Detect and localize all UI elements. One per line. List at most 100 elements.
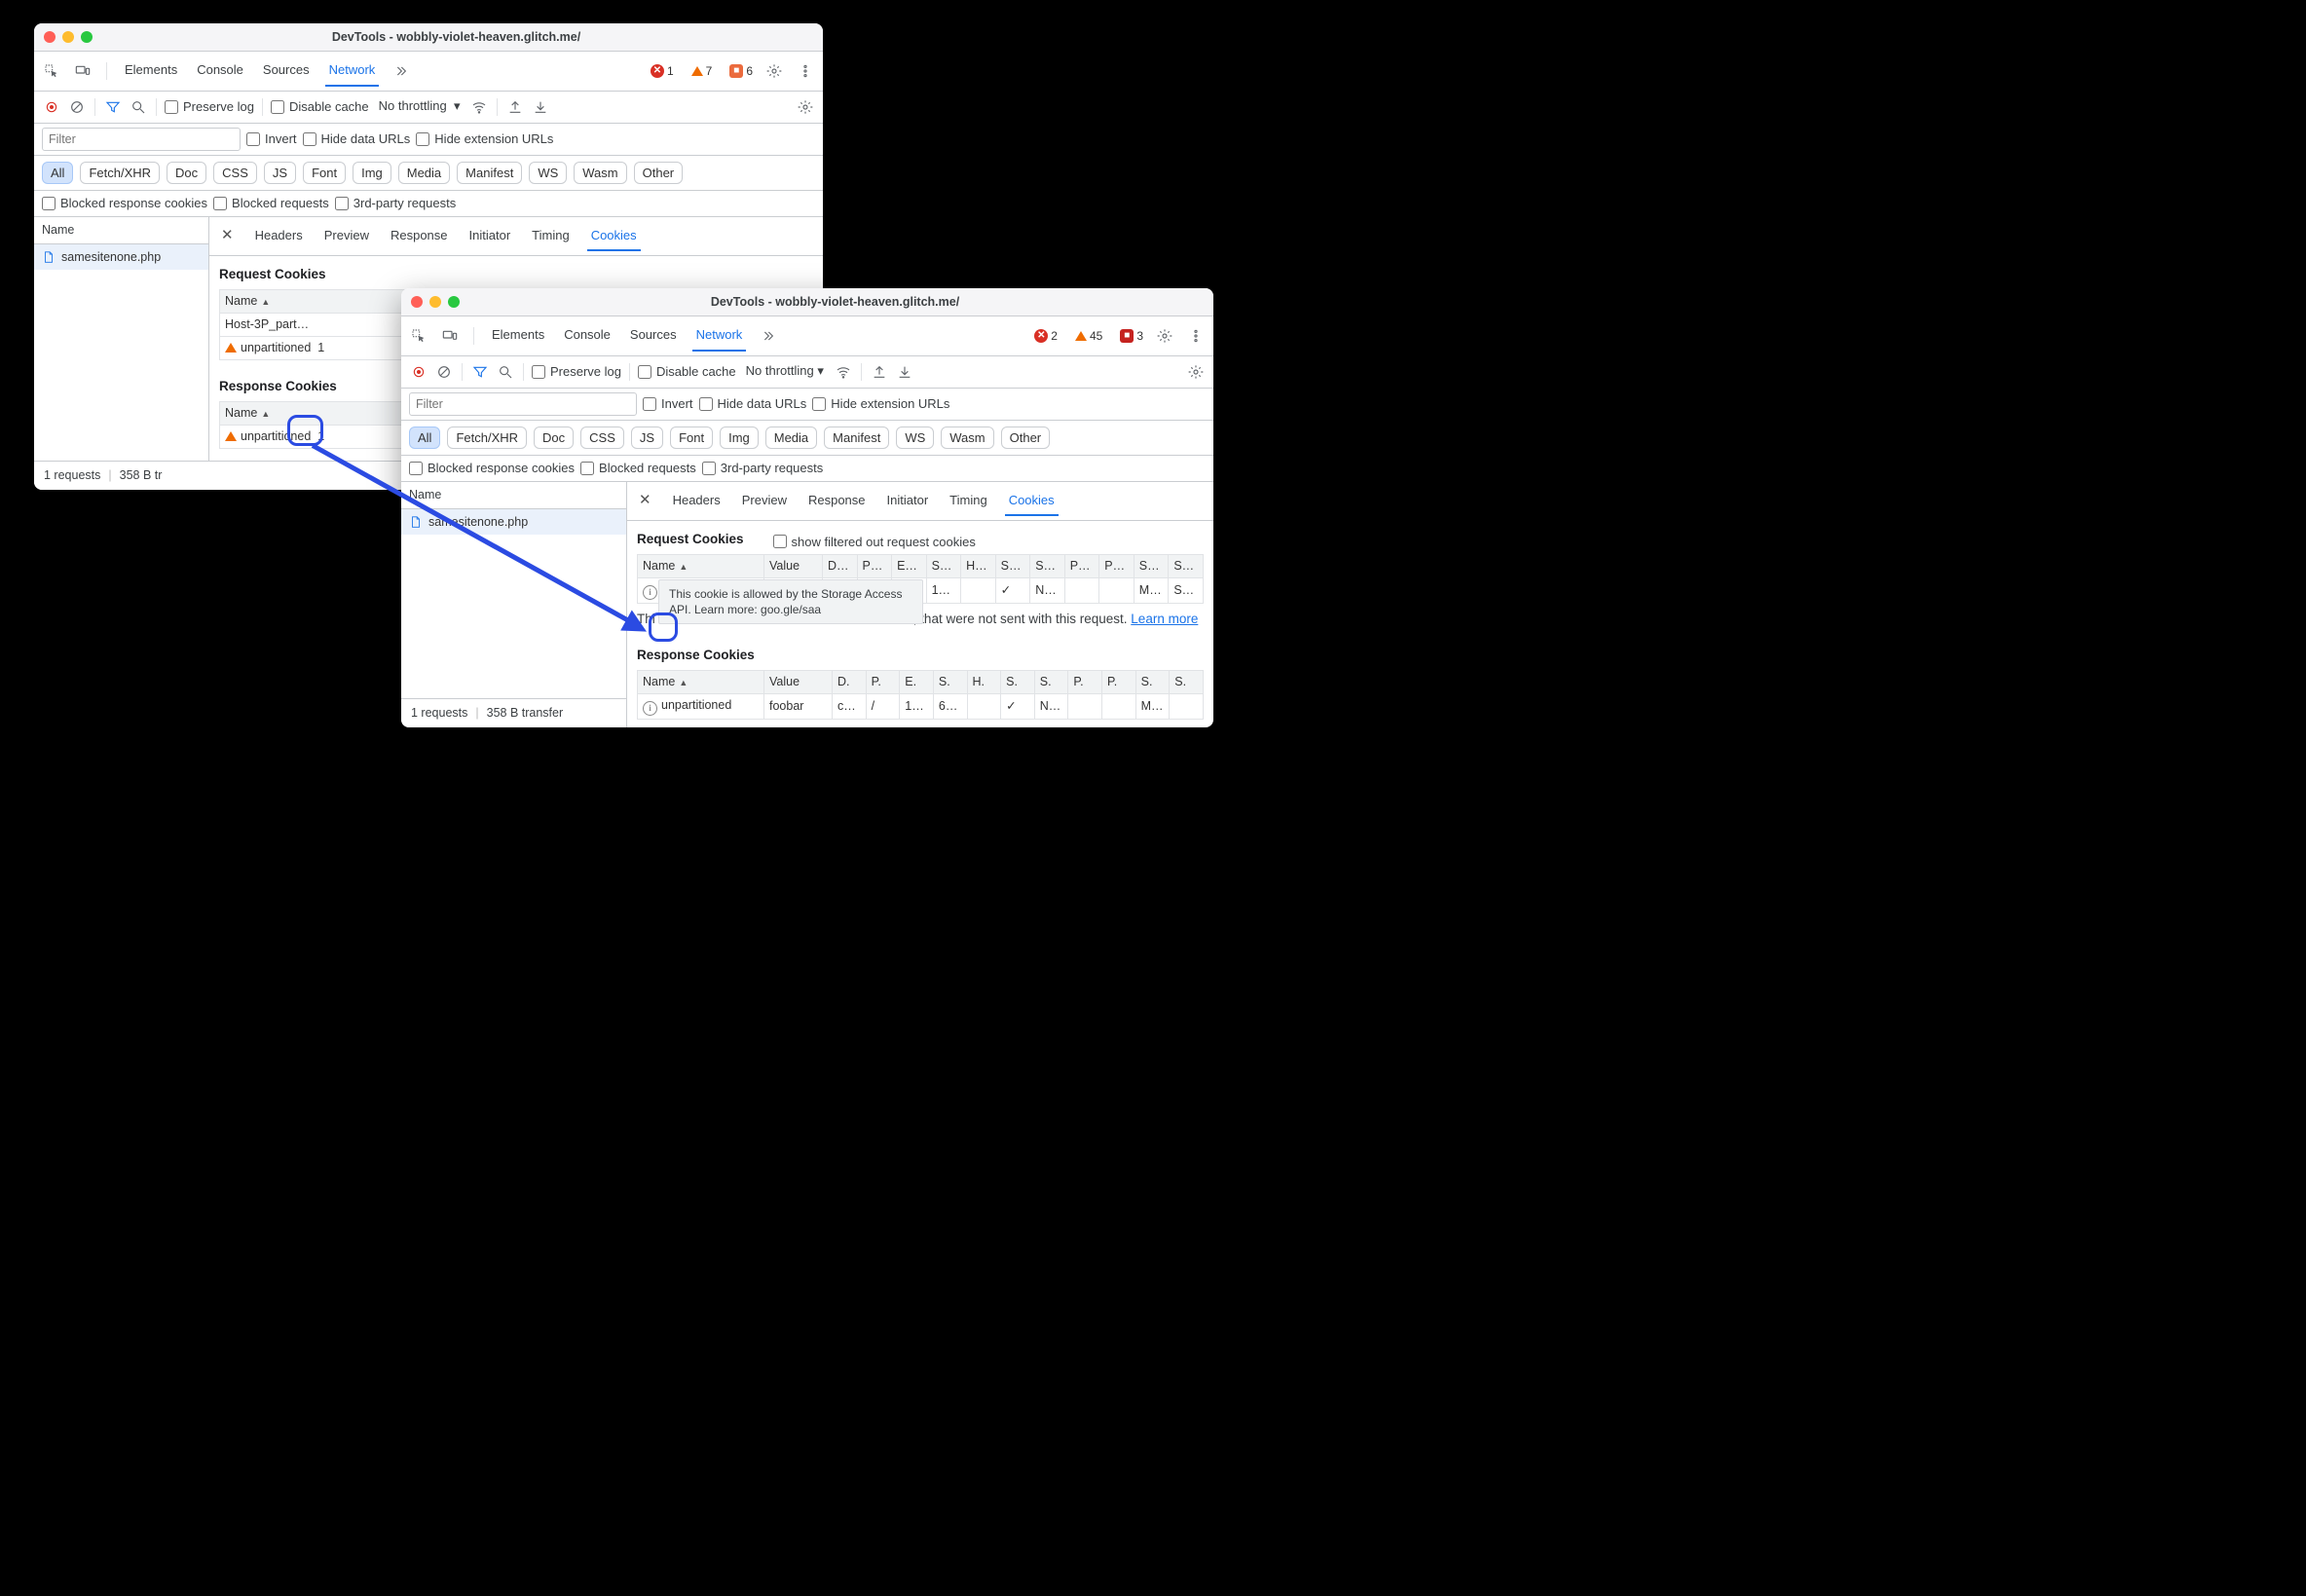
network-conditions-wifi-icon[interactable] — [469, 97, 489, 117]
chip-wasm[interactable]: Wasm — [574, 162, 626, 185]
chip-media[interactable]: Media — [765, 427, 817, 450]
record-icon[interactable] — [409, 362, 428, 382]
table-header[interactable]: NameValueD…P…E…S…H…S…S…P…P…S…S… — [638, 555, 1204, 578]
chip-css[interactable]: CSS — [580, 427, 624, 450]
close-detail-icon[interactable]: ✕ — [217, 226, 238, 245]
upload-har-icon[interactable] — [505, 97, 525, 117]
dtab-timing[interactable]: Timing — [946, 486, 991, 517]
learn-more-link[interactable]: Learn more — [1131, 612, 1198, 626]
tab-elements[interactable]: Elements — [488, 320, 548, 352]
name-column-header[interactable]: Name — [34, 217, 208, 244]
chip-css[interactable]: CSS — [213, 162, 257, 185]
blocked-requests-checkbox[interactable]: Blocked requests — [580, 460, 696, 477]
settings-gear-icon[interactable] — [1155, 326, 1174, 346]
close-window-icon[interactable] — [411, 296, 423, 308]
record-icon[interactable] — [42, 97, 61, 117]
chip-manifest[interactable]: Manifest — [824, 427, 889, 450]
search-icon[interactable] — [129, 97, 148, 117]
tab-elements[interactable]: Elements — [121, 56, 181, 87]
throttling-select[interactable]: No throttling ▾ — [742, 360, 828, 384]
chip-js[interactable]: JS — [631, 427, 663, 450]
inspect-icon[interactable] — [42, 61, 61, 81]
hide-data-urls-checkbox[interactable]: Hide data URLs — [699, 395, 807, 413]
clear-icon[interactable] — [434, 362, 454, 382]
more-tabs-chevron-icon[interactable] — [391, 61, 410, 81]
chip-media[interactable]: Media — [398, 162, 450, 185]
request-row[interactable]: samesitenone.php — [34, 244, 208, 271]
preserve-log-checkbox[interactable]: Preserve log — [532, 363, 621, 381]
device-toolbar-icon[interactable] — [73, 61, 93, 81]
chip-font[interactable]: Font — [303, 162, 346, 185]
filter-funnel-icon[interactable] — [470, 362, 490, 382]
settings-gear-icon[interactable] — [764, 61, 784, 81]
dtab-response[interactable]: Response — [804, 486, 870, 517]
chip-other[interactable]: Other — [634, 162, 684, 185]
tab-sources[interactable]: Sources — [626, 320, 681, 352]
hide-data-urls-checkbox[interactable]: Hide data URLs — [303, 130, 411, 148]
kebab-menu-icon[interactable] — [1186, 326, 1206, 346]
dtab-headers[interactable]: Headers — [669, 486, 725, 517]
search-icon[interactable] — [496, 362, 515, 382]
table-row[interactable]: iunpartitionedfoobarc…/1…6…✓N…M… — [638, 694, 1204, 720]
chip-manifest[interactable]: Manifest — [457, 162, 522, 185]
warning-counter[interactable]: 7 — [691, 63, 713, 79]
dtab-initiator[interactable]: Initiator — [465, 221, 515, 252]
chip-js[interactable]: JS — [264, 162, 296, 185]
name-column-header[interactable]: Name — [401, 482, 626, 509]
chip-fetchxhr[interactable]: Fetch/XHR — [80, 162, 160, 185]
table-header[interactable]: NameValueD.P.E.S.H.S.S.P.P.S.S. — [638, 671, 1204, 694]
throttling-select[interactable]: No throttling ▾ — [375, 95, 465, 119]
network-conditions-wifi-icon[interactable] — [834, 362, 853, 382]
chip-ws[interactable]: WS — [529, 162, 567, 185]
minimize-window-icon[interactable] — [62, 31, 74, 43]
issues-counter[interactable]: ■6 — [729, 63, 753, 79]
clear-icon[interactable] — [67, 97, 87, 117]
chip-doc[interactable]: Doc — [167, 162, 206, 185]
download-har-icon[interactable] — [895, 362, 914, 382]
tab-console[interactable]: Console — [193, 56, 247, 87]
warning-counter[interactable]: 45 — [1075, 328, 1102, 344]
traffic-lights[interactable] — [44, 31, 93, 43]
more-tabs-chevron-icon[interactable] — [758, 326, 777, 346]
chip-ws[interactable]: WS — [896, 427, 934, 450]
minimize-window-icon[interactable] — [429, 296, 441, 308]
tab-sources[interactable]: Sources — [259, 56, 314, 87]
dtab-timing[interactable]: Timing — [528, 221, 574, 252]
tab-network[interactable]: Network — [692, 320, 747, 352]
invert-checkbox[interactable]: Invert — [643, 395, 693, 413]
traffic-lights[interactable] — [411, 296, 460, 308]
dtab-preview[interactable]: Preview — [738, 486, 791, 517]
chip-img[interactable]: Img — [720, 427, 759, 450]
filter-input[interactable] — [42, 128, 241, 151]
download-har-icon[interactable] — [531, 97, 550, 117]
dtab-cookies[interactable]: Cookies — [587, 221, 641, 252]
zoom-window-icon[interactable] — [448, 296, 460, 308]
third-party-checkbox[interactable]: 3rd-party requests — [335, 195, 457, 212]
close-detail-icon[interactable]: ✕ — [635, 491, 655, 510]
dtab-initiator[interactable]: Initiator — [883, 486, 933, 517]
chip-fetchxhr[interactable]: Fetch/XHR — [447, 427, 527, 450]
hide-extension-urls-checkbox[interactable]: Hide extension URLs — [416, 130, 553, 148]
kebab-menu-icon[interactable] — [796, 61, 815, 81]
device-toolbar-icon[interactable] — [440, 326, 460, 346]
upload-har-icon[interactable] — [870, 362, 889, 382]
disable-cache-checkbox[interactable]: Disable cache — [638, 363, 736, 381]
tab-console[interactable]: Console — [560, 320, 614, 352]
close-window-icon[interactable] — [44, 31, 56, 43]
network-settings-gear-icon[interactable] — [796, 97, 815, 117]
inspect-icon[interactable] — [409, 326, 428, 346]
error-counter[interactable]: ✕2 — [1034, 328, 1058, 344]
blocked-requests-checkbox[interactable]: Blocked requests — [213, 195, 329, 212]
dtab-response[interactable]: Response — [387, 221, 452, 252]
chip-doc[interactable]: Doc — [534, 427, 574, 450]
tab-network[interactable]: Network — [325, 56, 380, 87]
blocked-response-cookies-checkbox[interactable]: Blocked response cookies — [42, 195, 207, 212]
chip-all[interactable]: All — [42, 162, 73, 185]
chip-wasm[interactable]: Wasm — [941, 427, 993, 450]
dtab-preview[interactable]: Preview — [320, 221, 373, 252]
dtab-headers[interactable]: Headers — [251, 221, 307, 252]
blocked-response-cookies-checkbox[interactable]: Blocked response cookies — [409, 460, 575, 477]
dtab-cookies[interactable]: Cookies — [1005, 486, 1059, 517]
chip-img[interactable]: Img — [353, 162, 391, 185]
invert-checkbox[interactable]: Invert — [246, 130, 297, 148]
